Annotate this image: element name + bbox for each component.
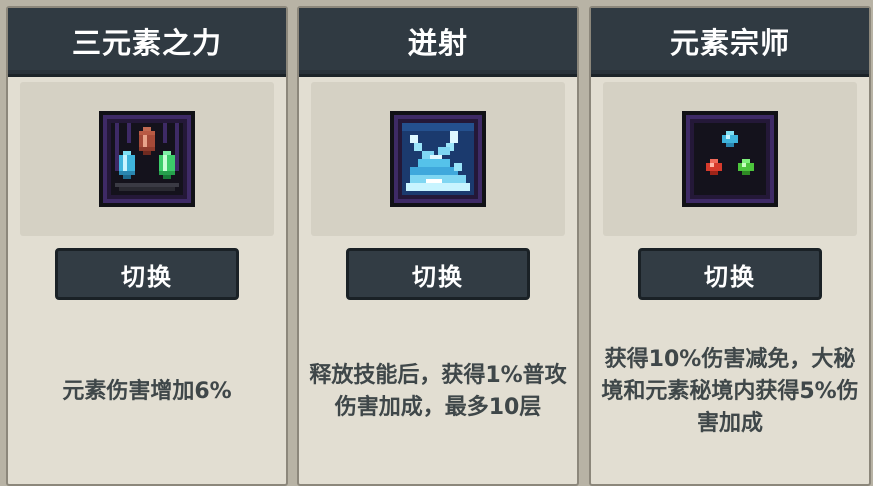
talent-card-burst: 迸射 切换 释放技能后，获得1%普攻伤害加成，最多10层	[297, 6, 579, 486]
card-title-bar: 三元素之力	[8, 8, 286, 77]
card-title-bar: 迸射	[299, 8, 577, 77]
talent-description: 元素伤害增加6%	[62, 379, 232, 405]
description-area: 释放技能后，获得1%普攻伤害加成，最多10层	[305, 308, 571, 476]
description-area: 元素伤害增加6%	[14, 308, 280, 476]
card-title-bar: 元素宗师	[591, 8, 869, 77]
talent-card-tri-element: 三元素之力 切换 元素伤害增加6%	[6, 6, 288, 486]
description-area: 获得10%伤害减免，大秘境和元素秘境内获得5%伤害加成	[597, 308, 863, 476]
switch-button[interactable]: 切换	[55, 248, 239, 300]
icon-panel	[311, 82, 565, 236]
switch-button[interactable]: 切换	[638, 248, 822, 300]
ice-burst-icon	[390, 111, 486, 207]
card-title: 迸射	[407, 26, 468, 60]
talent-card-element-master: 元素宗师 切换 获得10%伤害减免，大秘境和元素秘境内获得5%伤害加成	[589, 6, 871, 486]
switch-button-label: 切换	[704, 262, 756, 291]
tri-element-crystals-icon	[99, 111, 195, 207]
card-title: 元素宗师	[669, 26, 790, 60]
icon-panel	[603, 82, 857, 236]
talent-description: 获得10%伤害减免，大秘境和元素秘境内获得5%伤害加成	[601, 347, 859, 436]
icon-panel	[20, 82, 274, 236]
element-master-orbs-icon	[682, 111, 778, 207]
switch-button-label: 切换	[412, 262, 464, 291]
talent-description: 释放技能后，获得1%普攻伤害加成，最多10层	[309, 363, 567, 420]
switch-button-label: 切换	[121, 262, 173, 291]
switch-button[interactable]: 切换	[346, 248, 530, 300]
card-title: 三元素之力	[71, 26, 222, 60]
